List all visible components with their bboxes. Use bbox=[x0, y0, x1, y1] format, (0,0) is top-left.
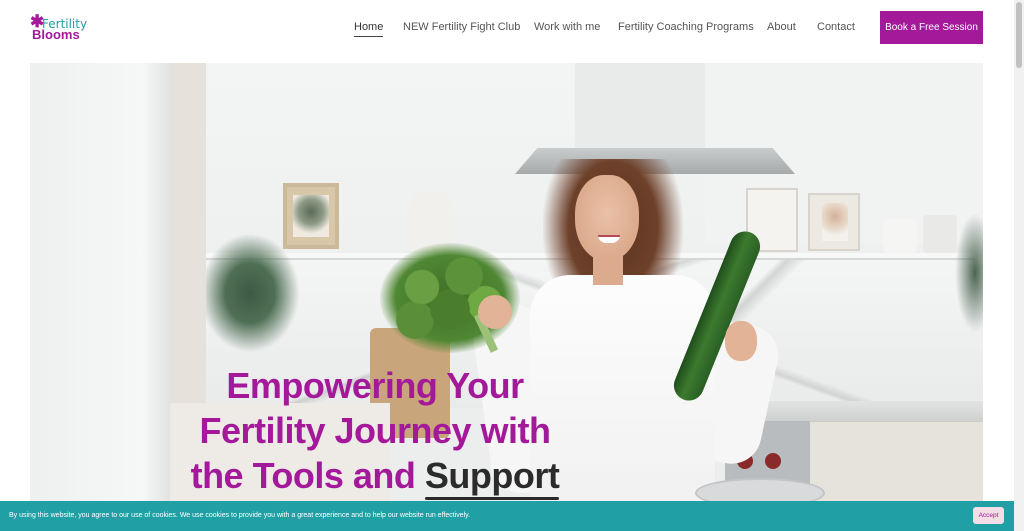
headline-line-1: Empowering Your bbox=[226, 365, 524, 406]
scrollbar-thumb[interactable] bbox=[1016, 2, 1022, 68]
accept-cookies-button[interactable]: Accept bbox=[973, 507, 1004, 524]
vase bbox=[410, 191, 450, 251]
framed-photo bbox=[808, 193, 860, 251]
cookie-consent-bar: By using this website, you agree to our … bbox=[0, 501, 1014, 531]
mixing-bowl bbox=[695, 478, 825, 503]
logo-text-blooms: Blooms bbox=[32, 27, 80, 42]
nav-item-home[interactable]: Home bbox=[354, 20, 384, 37]
nav-item-fertility-fight-club[interactable]: NEW Fertility Fight Club bbox=[403, 20, 520, 34]
site-header: ✱ Fertility Blooms Home NEW Fertility Fi… bbox=[0, 0, 1024, 60]
headline-line-2: Fertility Journey with bbox=[199, 410, 551, 451]
potted-plant bbox=[955, 213, 983, 333]
tall-cabinet bbox=[30, 63, 170, 503]
headline-line-3-text: the Tools and bbox=[190, 455, 425, 496]
book-free-session-button[interactable]: Book a Free Session bbox=[880, 11, 983, 44]
cookie-consent-text: By using this website, you agree to our … bbox=[9, 512, 471, 519]
nav-item-about[interactable]: About bbox=[767, 20, 796, 34]
canister bbox=[923, 215, 957, 253]
nav-item-coaching-programs[interactable]: Fertility Coaching Programs bbox=[618, 20, 754, 34]
nav-item-work-with-me[interactable]: Work with me bbox=[534, 20, 600, 34]
page-scrollbar[interactable] bbox=[1014, 0, 1024, 531]
headline-support-word: Support bbox=[424, 455, 560, 500]
canister bbox=[883, 219, 917, 253]
hero-headline: Empowering Your Fertility Journey with t… bbox=[160, 363, 590, 500]
hero-image: Empowering Your Fertility Journey with t… bbox=[30, 63, 983, 503]
headline-line-3: the Tools and Support bbox=[160, 453, 590, 500]
site-logo[interactable]: ✱ Fertility Blooms bbox=[30, 13, 92, 43]
woman-face bbox=[575, 175, 639, 261]
nav-item-contact[interactable]: Contact bbox=[817, 20, 855, 34]
potted-plant bbox=[200, 233, 300, 353]
